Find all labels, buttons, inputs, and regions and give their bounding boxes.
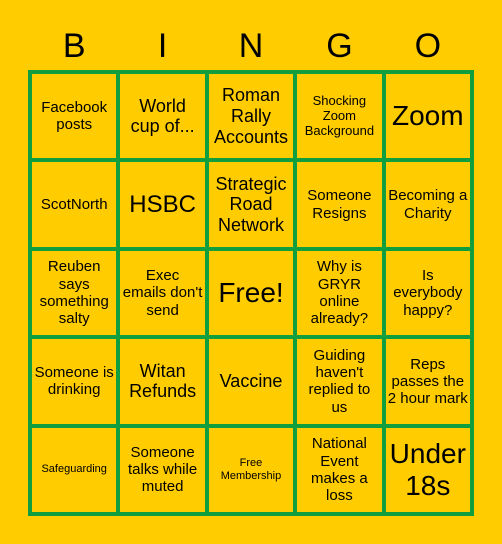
bingo-cell-text: Witan Refunds — [129, 360, 197, 402]
bingo-cell-text: Why is GRYR online already? — [310, 258, 369, 328]
bingo-cell[interactable]: Exec emails don't send — [120, 250, 205, 336]
bingo-cell[interactable]: Free Membership — [208, 427, 294, 512]
bingo-board: Facebook posts World cup of... Roman Rally… — [28, 70, 474, 516]
bingo-cell[interactable]: Reps passes the 2 hour mark — [385, 339, 470, 424]
bingo-cell[interactable]: Guiding haven't replied to us — [297, 339, 382, 424]
bingo-cell-text: Someone talks while muted — [127, 443, 198, 496]
bingo-cell-text: Someone Resigns — [307, 187, 372, 222]
bingo-cell[interactable]: Vaccine — [208, 339, 294, 424]
bingo-cell[interactable]: Under 18s — [385, 427, 470, 512]
bingo-cell[interactable]: Is everybody happy? — [385, 250, 470, 336]
bingo-cell[interactable]: Witan Refunds — [120, 339, 205, 424]
bingo-cell-text: Strategic Road Network — [215, 173, 287, 235]
bingo-cell-text: HSBC — [129, 190, 196, 218]
bingo-cell[interactable]: Zoom — [385, 74, 470, 159]
bingo-cell-text: World cup of... — [130, 95, 195, 137]
bingo-cell[interactable]: Reuben says something salty — [32, 250, 117, 336]
bingo-cell-text: Becoming a Charity — [388, 187, 468, 222]
bingo-cell-text: Zoom — [392, 100, 464, 132]
bingo-cell-text: Someone is drinking — [34, 364, 114, 399]
bingo-cell-text: Free Membership — [220, 457, 282, 482]
bingo-cell-text: National Event makes a loss — [311, 435, 368, 505]
bingo-cell[interactable]: HSBC — [120, 162, 205, 247]
bingo-cell[interactable]: Facebook posts — [32, 74, 117, 159]
bingo-cell[interactable]: National Event makes a loss — [297, 427, 382, 512]
bingo-cell-text: Reps passes the 2 hour mark — [387, 355, 468, 408]
bingo-cell-text: ScotNorth — [40, 195, 108, 213]
bingo-cell[interactable]: Shocking Zoom Background — [297, 74, 382, 159]
bingo-header: B I N G O — [30, 26, 472, 66]
bingo-cell-text: Roman Rally Accounts — [213, 85, 289, 147]
bingo-cell[interactable]: Someone talks while muted — [120, 427, 205, 512]
bingo-cell[interactable]: World cup of... — [120, 74, 205, 159]
bingo-cell-text: Exec emails don't send — [122, 267, 203, 319]
bingo-cell-text: Shocking Zoom Background — [304, 92, 375, 138]
bingo-cell-text: Free! — [218, 276, 284, 308]
header-letter-g: G — [326, 27, 353, 65]
bingo-cell[interactable]: Free! — [208, 250, 294, 336]
bingo-cell[interactable]: ScotNorth — [32, 162, 117, 247]
bingo-cell-text: Is everybody happy? — [393, 267, 463, 319]
bingo-cell[interactable]: Someone Resigns — [297, 162, 382, 247]
header-letter-b: B — [62, 27, 86, 65]
bingo-cell[interactable]: Why is GRYR online already? — [297, 250, 382, 336]
bingo-cell[interactable]: Becoming a Charity — [385, 162, 470, 247]
bingo-cell[interactable]: Roman Rally Accounts — [208, 74, 294, 159]
header-letter-n: N — [238, 27, 264, 65]
bingo-cell-text: Safeguarding — [41, 463, 107, 476]
bingo-cell-text: Guiding haven't replied to us — [308, 346, 371, 416]
bingo-cell-text: Facebook posts — [41, 98, 108, 134]
bingo-cell[interactable]: Strategic Road Network — [208, 162, 294, 247]
bingo-cell[interactable]: Safeguarding — [32, 427, 117, 512]
bingo-cell-text: Vaccine — [219, 371, 283, 392]
header-letter-i: I — [157, 27, 168, 65]
bingo-cell-text: Under 18s — [389, 437, 466, 501]
bingo-cell-text: Reuben says something salty — [39, 258, 109, 328]
header-letter-o: O — [414, 27, 442, 65]
bingo-cell[interactable]: Someone is drinking — [32, 339, 117, 424]
